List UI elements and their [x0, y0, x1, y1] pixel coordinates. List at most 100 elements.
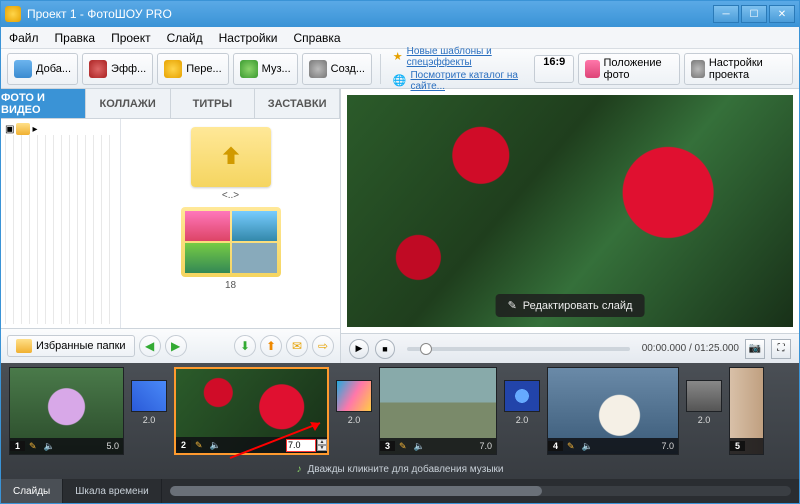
titlebar: Проект 1 - ФотоШОУ PRO ─ ☐ ✕ — [1, 1, 799, 27]
thumbnail-image — [181, 207, 281, 277]
preview-viewport[interactable]: ✎Редактировать слайд — [347, 95, 793, 327]
close-button[interactable]: ✕ — [769, 5, 795, 23]
export-button[interactable]: ⇨ — [312, 335, 334, 357]
slide-5[interactable]: 5 — [729, 367, 764, 455]
menu-file[interactable]: Файл — [1, 31, 47, 45]
position-icon — [585, 60, 599, 78]
slide-4[interactable]: 4✎🔈7.0 — [547, 367, 679, 455]
transition-3[interactable]: 2.0 — [503, 380, 541, 442]
tab-splash[interactable]: ЗАСТАВКИ — [255, 89, 340, 118]
seek-slider[interactable] — [407, 347, 630, 351]
transition-thumb — [504, 380, 540, 412]
effects-icon — [89, 60, 107, 78]
folder-tree[interactable]: ▣▸ — [1, 119, 121, 328]
slide-3[interactable]: 3✎🔈7.0 — [379, 367, 497, 455]
nav-back-button[interactable]: ◀ — [139, 335, 161, 357]
timeline-tabs: Слайды Шкала времени — [1, 479, 799, 503]
window-title: Проект 1 - ФотоШОУ PRO — [27, 7, 711, 21]
effects-button[interactable]: Эфф... — [82, 53, 153, 85]
add-folder-button[interactable]: ✉ — [286, 335, 308, 357]
scrollbar-thumb[interactable] — [170, 486, 543, 496]
fullscreen-button[interactable]: ⛶ — [771, 339, 791, 359]
snapshot-button[interactable]: 📷 — [745, 339, 765, 359]
menu-settings[interactable]: Настройки — [211, 31, 286, 45]
edit-slide-button[interactable]: ✎Редактировать слайд — [496, 294, 645, 317]
tab-photo-video[interactable]: ФОТО И ВИДЕО — [1, 89, 86, 118]
menu-slide[interactable]: Слайд — [159, 31, 211, 45]
slide-2[interactable]: 2✎🔈 ▲▼ — [174, 367, 329, 455]
favorites-button[interactable]: Избранные папки — [7, 335, 135, 357]
edit-icon[interactable]: ✎ — [395, 441, 411, 452]
settings-icon — [691, 60, 705, 78]
aspect-ratio-button[interactable]: 16:9 — [534, 55, 574, 83]
sound-icon[interactable]: 🔈 — [579, 441, 596, 452]
tab-slides-view[interactable]: Слайды — [1, 479, 63, 503]
folder-up-item[interactable]: <..> — [181, 127, 281, 201]
transition-thumb — [336, 380, 372, 412]
stop-button[interactable]: ■ — [375, 339, 395, 359]
project-settings-button[interactable]: Настройки проекта — [684, 53, 793, 85]
sound-icon[interactable]: 🔈 — [41, 441, 58, 452]
player-controls: ▶ ■ 00:00.000 / 01:25.000 📷 ⛶ — [341, 333, 799, 363]
create-button[interactable]: Созд... — [302, 53, 372, 85]
menu-edit[interactable]: Правка — [47, 31, 104, 45]
folder-icon — [16, 123, 30, 135]
star-icon — [164, 60, 182, 78]
tree-expander[interactable]: ▣ — [5, 124, 14, 135]
folder-icon — [16, 339, 32, 353]
download-button[interactable]: ⬇ — [234, 335, 256, 357]
tab-timeline-view[interactable]: Шкала времени — [63, 479, 161, 503]
minimize-button[interactable]: ─ — [713, 5, 739, 23]
photo-position-button[interactable]: Положение фото — [578, 53, 679, 85]
edit-icon[interactable]: ✎ — [191, 440, 207, 451]
menu-project[interactable]: Проект — [103, 31, 159, 45]
transition-1[interactable]: 2.0 — [130, 380, 168, 442]
play-button[interactable]: ▶ — [349, 339, 369, 359]
edit-icon[interactable]: ✎ — [25, 441, 41, 452]
transitions-button[interactable]: Пере... — [157, 53, 228, 85]
app-icon — [5, 6, 21, 22]
nav-forward-button[interactable]: ▶ — [165, 335, 187, 357]
camera-icon — [14, 60, 32, 78]
slide-1[interactable]: 1✎🔈5.0 — [9, 367, 124, 455]
separator — [380, 54, 381, 84]
main-area: ФОТО И ВИДЕО КОЛЛАЖИ ТИТРЫ ЗАСТАВКИ ▣▸ <… — [1, 89, 799, 363]
toolbar: Доба... Эфф... Пере... Муз... Созд... ★ Н… — [1, 49, 799, 89]
preview-pane: ✎Редактировать слайд ▶ ■ 00:00.000 / 01:… — [341, 89, 799, 363]
music-note-icon — [240, 60, 258, 78]
folder-up-icon — [191, 127, 271, 187]
music-note-icon: ♪ — [296, 464, 301, 475]
menu-help[interactable]: Справка — [285, 31, 348, 45]
duration-input[interactable] — [286, 439, 316, 452]
thumbnail-item[interactable]: 18 — [181, 207, 281, 291]
transition-thumb — [131, 380, 167, 412]
browser-toolbar: Избранные папки ◀ ▶ ⬇ ⬆ ✉ ⇨ — [1, 329, 340, 363]
star-bullet-icon: ★ — [393, 50, 403, 63]
sound-icon[interactable]: 🔈 — [411, 441, 428, 452]
music-track[interactable]: ♪ Дважды кликните для добавления музыки — [1, 459, 799, 479]
add-button[interactable]: Доба... — [7, 53, 78, 85]
upload-button[interactable]: ⬆ — [260, 335, 282, 357]
sound-icon[interactable]: 🔈 — [207, 440, 224, 451]
pencil-icon: ✎ — [508, 299, 517, 312]
music-button[interactable]: Муз... — [233, 53, 298, 85]
transition-2[interactable]: 2.0 — [335, 380, 373, 442]
tab-collages[interactable]: КОЛЛАЖИ — [86, 89, 171, 118]
transition-thumb — [686, 380, 722, 412]
file-browser: ▣▸ <..> 18 — [1, 119, 340, 329]
tab-titles[interactable]: ТИТРЫ — [171, 89, 256, 118]
transition-4[interactable]: 2.0 — [685, 380, 723, 442]
info-links: ★Новые шаблоны и спецэффекты 🌐Посмотрите… — [393, 46, 526, 92]
edit-icon[interactable]: ✎ — [563, 441, 579, 452]
templates-link[interactable]: Новые шаблоны и спецэффекты — [407, 46, 527, 68]
duration-spin-down[interactable]: ▼ — [317, 445, 327, 451]
seek-knob[interactable] — [420, 343, 432, 355]
preview-image — [347, 95, 793, 327]
content-tabs: ФОТО И ВИДЕО КОЛЛАЖИ ТИТРЫ ЗАСТАВКИ — [1, 89, 340, 119]
maximize-button[interactable]: ☐ — [741, 5, 767, 23]
horizontal-scrollbar[interactable] — [170, 486, 791, 496]
thumbnail-list: <..> 18 — [121, 119, 340, 328]
globe-icon: 🌐 — [393, 74, 407, 87]
timeline: 1✎🔈5.0 2.0 2✎🔈 ▲▼ 2.0 3✎🔈7.0 2.0 4✎🔈7.0 … — [1, 363, 799, 503]
gear-icon — [309, 60, 327, 78]
